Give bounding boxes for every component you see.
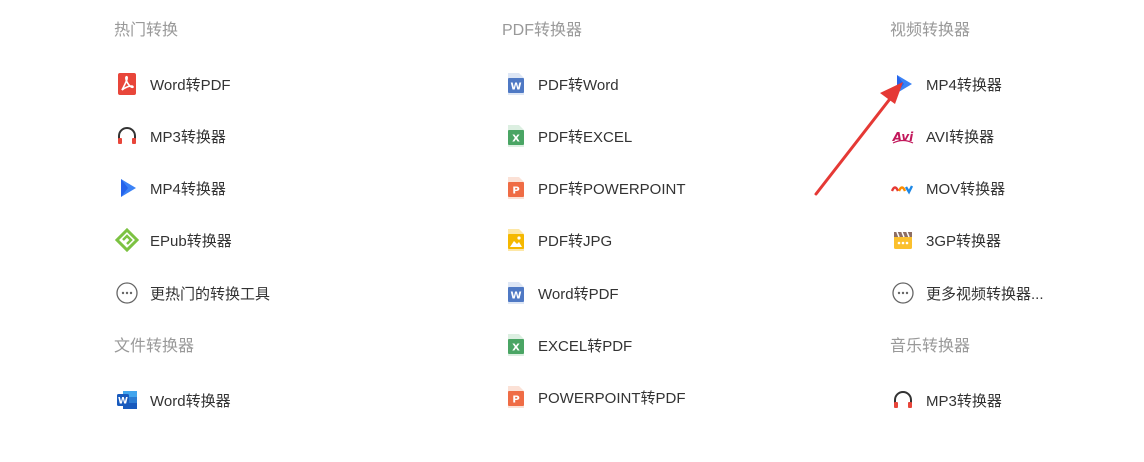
powerpoint-doc-icon: P	[502, 384, 528, 410]
link-pdf-to-powerpoint[interactable]: P PDF转POWERPOINT	[502, 173, 686, 203]
link-mp4-converter[interactable]: MP4转换器	[114, 173, 226, 203]
link-label: 更多视频转换器...	[926, 285, 1044, 303]
link-label: Word转PDF	[150, 76, 231, 94]
section-heading-pdf: PDF转换器	[502, 22, 583, 39]
link-word-converter[interactable]: W Word转换器	[114, 385, 231, 415]
link-label: PDF转POWERPOINT	[538, 180, 686, 198]
more-icon	[114, 280, 140, 306]
link-mp4-converter-video[interactable]: MP4转换器	[890, 69, 1002, 99]
link-more-video-converters[interactable]: 更多视频转换器...	[890, 278, 1044, 308]
svg-text:P: P	[512, 186, 519, 197]
word-doc-icon: W	[502, 71, 528, 97]
link-pdf-to-word[interactable]: W PDF转Word	[502, 69, 619, 99]
link-label: POWERPOINT转PDF	[538, 389, 686, 407]
link-label: MP4转换器	[150, 180, 226, 198]
play-icon	[114, 175, 140, 201]
link-word-to-pdf[interactable]: Word转PDF	[114, 69, 231, 99]
link-3gp-converter[interactable]: 3GP转换器	[890, 225, 1001, 255]
excel-doc-icon: X	[502, 332, 528, 358]
word-doc-icon: W	[502, 280, 528, 306]
link-more-popular-tools[interactable]: 更热门的转换工具	[114, 278, 270, 308]
link-label: MOV转换器	[926, 180, 1006, 198]
word-icon: W	[114, 387, 140, 413]
link-label: PDF转Word	[538, 76, 619, 94]
link-powerpoint-to-pdf[interactable]: P POWERPOINT转PDF	[502, 382, 686, 412]
svg-text:P: P	[512, 395, 519, 406]
svg-text:W: W	[510, 291, 521, 302]
link-label: EXCEL转PDF	[538, 337, 633, 355]
headphones-icon	[890, 387, 916, 413]
play-icon	[890, 71, 916, 97]
svg-text:W: W	[510, 82, 521, 93]
svg-text:W: W	[118, 397, 128, 407]
link-label: PDF转EXCEL	[538, 128, 633, 146]
link-pdf-to-jpg[interactable]: PDF转JPG	[502, 225, 612, 255]
link-label: AVI转换器	[926, 128, 995, 146]
pdf-acrobat-icon	[114, 71, 140, 97]
link-mp3-converter[interactable]: MP3转换器	[114, 121, 226, 151]
link-epub-converter[interactable]: EPub转换器	[114, 225, 232, 255]
section-heading-popular: 热门转换	[114, 22, 179, 39]
link-word-to-pdf-2[interactable]: W Word转PDF	[502, 278, 619, 308]
section-heading-music: 音乐转换器	[890, 338, 971, 355]
section-heading-video: 视频转换器	[890, 22, 971, 39]
link-label: MP3转换器	[926, 392, 1002, 410]
jpg-doc-icon	[502, 227, 528, 253]
link-mp3-converter-music[interactable]: MP3转换器	[890, 385, 1002, 415]
svg-text:X: X	[512, 343, 520, 354]
link-pdf-to-excel[interactable]: X PDF转EXCEL	[502, 121, 632, 151]
section-heading-file: 文件转换器	[114, 338, 195, 355]
epub-icon	[114, 227, 140, 253]
link-label: 3GP转换器	[926, 232, 1002, 250]
clapperboard-icon	[890, 227, 916, 253]
powerpoint-doc-icon: P	[502, 175, 528, 201]
avi-icon: Avi	[890, 123, 916, 149]
link-label: Word转PDF	[538, 285, 619, 303]
headphones-icon	[114, 123, 140, 149]
link-excel-to-pdf[interactable]: X EXCEL转PDF	[502, 330, 632, 360]
link-label: MP3转换器	[150, 128, 226, 146]
link-label: PDF转JPG	[538, 232, 613, 250]
link-label: EPub转换器	[150, 232, 232, 250]
link-avi-converter[interactable]: Avi AVI转换器	[890, 121, 994, 151]
excel-doc-icon: X	[502, 123, 528, 149]
link-mov-converter[interactable]: MOV转换器	[890, 173, 1005, 203]
more-icon	[890, 280, 916, 306]
link-label: 更热门的转换工具	[150, 285, 271, 303]
link-label: MP4转换器	[926, 76, 1002, 94]
svg-text:X: X	[512, 134, 520, 145]
link-label: Word转换器	[150, 392, 231, 410]
mov-icon	[890, 175, 916, 201]
